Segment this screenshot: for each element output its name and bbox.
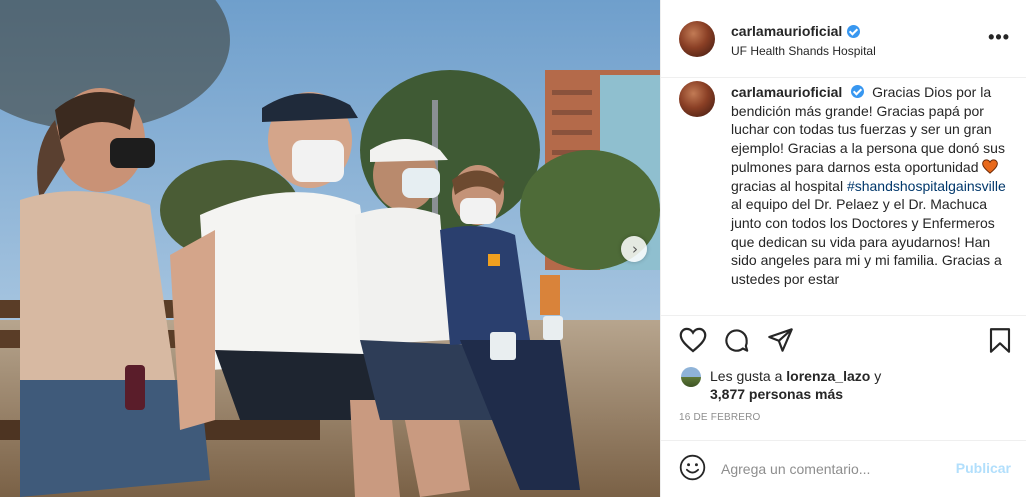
caption-hashtag[interactable]: #shandshospitalgainsville xyxy=(847,178,1006,194)
caption-username[interactable]: carlamaurioficial xyxy=(731,84,842,100)
comment-input[interactable] xyxy=(721,458,941,480)
post-date[interactable]: 16 DE FEBRERO xyxy=(679,412,761,423)
post-username[interactable]: carlamaurioficial xyxy=(731,23,842,39)
caption-text-2: gracias al hospital xyxy=(731,177,844,194)
share-icon[interactable] xyxy=(767,327,794,353)
publish-button[interactable]: Publicar xyxy=(956,460,1011,476)
more-options-icon[interactable]: ••• xyxy=(988,27,1010,48)
liker-avatar[interactable] xyxy=(681,367,701,387)
carousel-next-button[interactable]: › xyxy=(621,236,647,262)
caption-text-3: al equipo del Dr. Pelaez y el Dr. Machuc… xyxy=(731,196,1002,288)
likes-prefix: Les gusta a xyxy=(710,368,783,384)
post-header: carlamaurioficial UF Health Shands Hospi… xyxy=(661,0,1026,78)
chevron-right-icon: › xyxy=(632,239,638,258)
post-photo[interactable]: › xyxy=(0,0,660,497)
orange-heart-emoji-icon xyxy=(982,159,999,174)
username-row: carlamaurioficial xyxy=(731,23,861,39)
post-location[interactable]: UF Health Shands Hospital xyxy=(731,44,876,58)
smiley-icon[interactable] xyxy=(679,454,706,481)
likes-section: Les gusta a lorenza_lazo y 3,877 persona… xyxy=(661,364,1026,410)
likes-line-1: Les gusta a lorenza_lazo y xyxy=(710,368,881,384)
verified-badge-icon xyxy=(847,24,861,38)
likes-conjunction: y xyxy=(874,368,882,384)
caption-avatar[interactable] xyxy=(679,81,715,117)
post-caption: carlamaurioficial Gracias Dios por la be… xyxy=(731,83,1013,289)
user-avatar[interactable] xyxy=(679,21,715,57)
caption-area: carlamaurioficial Gracias Dios por la be… xyxy=(661,79,1026,315)
photo-illustration xyxy=(0,0,660,497)
bookmark-icon[interactable] xyxy=(988,327,1012,354)
liker-username[interactable]: lorenza_lazo xyxy=(786,368,870,384)
post-details-panel: carlamaurioficial UF Health Shands Hospi… xyxy=(660,0,1026,497)
comment-bar: Publicar xyxy=(661,440,1026,497)
heart-icon[interactable] xyxy=(679,327,707,353)
verified-badge-icon xyxy=(851,85,865,98)
likes-count[interactable]: 3,877 personas más xyxy=(710,386,843,402)
comment-icon[interactable] xyxy=(723,327,750,354)
post-actions xyxy=(661,315,1026,370)
